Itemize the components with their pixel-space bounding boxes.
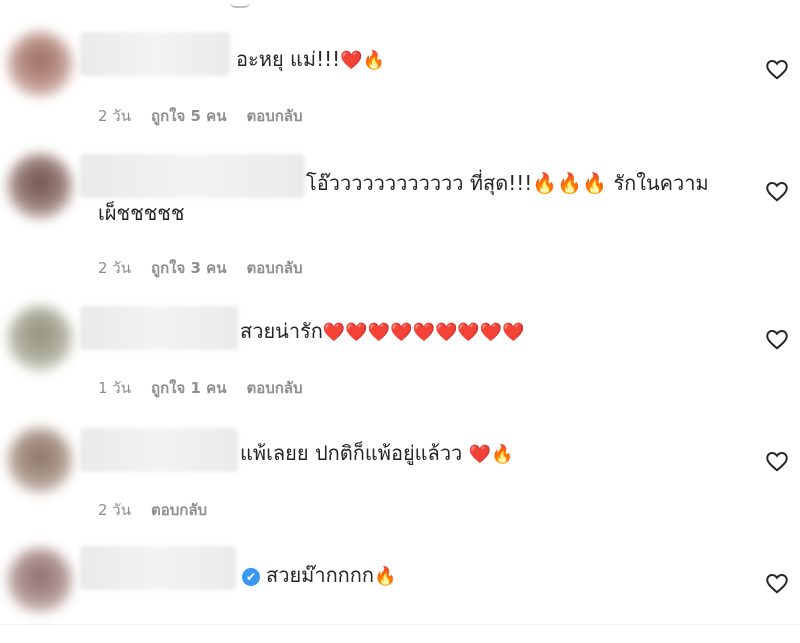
comment-meta: 2 วัน ตอบกลับ <box>98 498 207 522</box>
reply-button[interactable]: ตอบกลับ <box>246 256 302 280</box>
comment-meta: 2 วัน ถูกใจ 5 คน ตอบกลับ <box>98 104 303 128</box>
comment-meta: 2 วัน ถูกใจ 3 คน ตอบกลับ <box>98 256 303 280</box>
avatar[interactable] <box>8 428 72 492</box>
comment-emoji: ❤️❤️❤️❤️❤️❤️❤️❤️❤️ <box>322 322 525 343</box>
comment-text: โอ๊วววววววววววว ที่สุด!!!🔥🔥🔥 รักในความ <box>306 171 709 195</box>
username-redacted[interactable] <box>80 154 305 198</box>
heart-outline-icon[interactable] <box>764 56 790 82</box>
comment-text: อะหยุ แม่!!!❤️🔥 <box>236 47 385 71</box>
divider <box>0 624 800 625</box>
heart-outline-icon[interactable] <box>764 570 790 596</box>
comment-emoji: ❤️🔥 <box>468 444 514 465</box>
reply-button[interactable]: ตอบกลับ <box>246 104 302 128</box>
comment-text-line2: เผ็ชชชชช <box>98 201 185 225</box>
comment-text: ✔ สวยม๊ากกกก🔥 <box>242 560 396 592</box>
comment-meta: 1 วัน ถูกใจ 1 คน ตอบกลับ <box>98 376 303 400</box>
comment-text: แพ้เลยย ปกติก็แพ้อยู่แล้วว ❤️🔥 <box>240 441 514 465</box>
comment-time: 2 วัน <box>98 259 131 277</box>
avatar[interactable] <box>8 32 72 96</box>
comment-text: สวยน่ารัก❤️❤️❤️❤️❤️❤️❤️❤️❤️ <box>240 319 525 343</box>
heart-outline-icon[interactable] <box>764 326 790 352</box>
verified-badge-icon: ✔ <box>242 567 260 586</box>
comment-likes[interactable]: ถูกใจ 3 คน <box>151 256 226 280</box>
username-redacted[interactable] <box>80 32 230 76</box>
heart-outline-icon[interactable] <box>764 448 790 474</box>
comment-emoji: 🔥 <box>374 566 397 587</box>
comment-time: 2 วัน <box>98 501 131 519</box>
comment-likes[interactable]: ถูกใจ 1 คน <box>151 376 226 400</box>
heart-outline-icon[interactable] <box>764 178 790 204</box>
username-redacted[interactable] <box>80 306 238 350</box>
avatar[interactable] <box>8 154 72 218</box>
reply-button[interactable]: ตอบกลับ <box>151 498 207 522</box>
username-redacted[interactable] <box>80 546 236 590</box>
scroll-indicator <box>230 0 250 8</box>
comment-time: 1 วัน <box>98 379 131 397</box>
comment-likes[interactable]: ถูกใจ 5 คน <box>151 104 226 128</box>
comment-time: 2 วัน <box>98 107 131 125</box>
avatar[interactable] <box>8 306 72 370</box>
avatar[interactable] <box>8 548 72 612</box>
username-redacted[interactable] <box>80 428 238 472</box>
reply-button[interactable]: ตอบกลับ <box>246 376 302 400</box>
comment-emoji: ❤️🔥 <box>340 50 385 71</box>
